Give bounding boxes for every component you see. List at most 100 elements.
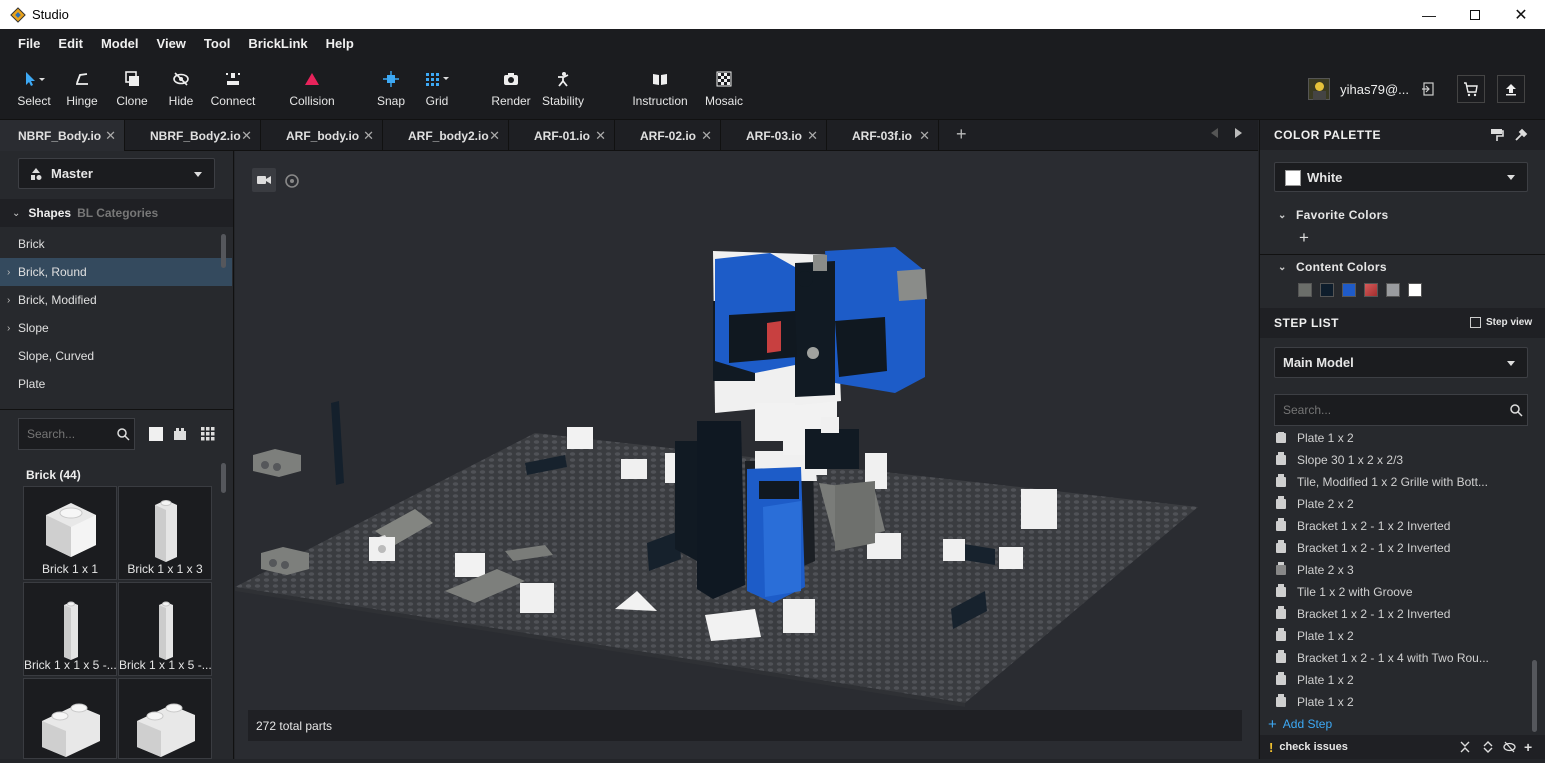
close-tab-icon[interactable]: ✕ bbox=[489, 128, 500, 144]
stability-tool[interactable]: Stability bbox=[533, 68, 593, 108]
tab-document[interactable]: ARF-01.io ✕ bbox=[516, 120, 615, 151]
part-tile[interactable] bbox=[23, 678, 117, 759]
add-step-icon[interactable]: + bbox=[1524, 739, 1532, 755]
tab-document[interactable]: NBRF_Body2.io ✕ bbox=[132, 120, 261, 151]
tab-scroll-right-icon[interactable] bbox=[1235, 128, 1242, 138]
content-colors-header[interactable]: ⌄ Content Colors bbox=[1260, 256, 1545, 278]
step-item[interactable]: Plate 1 x 2 bbox=[1260, 432, 1530, 449]
tab-document[interactable]: ARF_body.io ✕ bbox=[268, 120, 383, 151]
menu-file[interactable]: File bbox=[0, 36, 49, 51]
add-tab-icon[interactable]: + bbox=[956, 124, 967, 145]
parts-scrollbar[interactable] bbox=[221, 463, 226, 493]
category-item[interactable]: › Brick, Modified bbox=[0, 286, 232, 314]
color-swatch[interactable] bbox=[1298, 283, 1312, 297]
user-name[interactable]: yihas79@... bbox=[1340, 82, 1409, 97]
category-item[interactable]: › Brick, Round bbox=[0, 258, 232, 286]
tab-document[interactable]: ARF-03.io ✕ bbox=[728, 120, 827, 151]
large-tile-view-icon[interactable] bbox=[149, 427, 163, 441]
tab-document[interactable]: ARF-02.io ✕ bbox=[622, 120, 721, 151]
close-tab-icon[interactable]: ✕ bbox=[919, 128, 930, 144]
step-item[interactable]: Plate 1 x 2 bbox=[1260, 669, 1530, 691]
parts-search-box[interactable] bbox=[18, 418, 135, 450]
menu-model[interactable]: Model bbox=[92, 36, 148, 51]
close-window-button[interactable]: ✕ bbox=[1498, 0, 1544, 29]
close-tab-icon[interactable]: ✕ bbox=[701, 128, 712, 144]
minimize-window-button[interactable]: — bbox=[1406, 0, 1452, 29]
paint-roller-icon[interactable] bbox=[1490, 128, 1504, 142]
step-item[interactable]: Tile 1 x 2 with Groove bbox=[1260, 581, 1530, 603]
step-item[interactable]: Bracket 1 x 2 - 1 x 2 Inverted bbox=[1260, 515, 1530, 537]
part-tile[interactable]: Brick 1 x 1 bbox=[23, 486, 117, 580]
step-search-box[interactable] bbox=[1274, 394, 1528, 426]
instruction-tool[interactable]: Instruction bbox=[630, 68, 690, 108]
step-item[interactable]: Bracket 1 x 2 - 1 x 2 Inverted bbox=[1260, 537, 1530, 559]
menu-help[interactable]: Help bbox=[317, 36, 363, 51]
eyedropper-icon[interactable] bbox=[1514, 128, 1528, 142]
step-item[interactable]: Tile, Modified 1 x 2 Grille with Bott... bbox=[1260, 471, 1530, 493]
category-scrollbar[interactable] bbox=[221, 234, 226, 268]
collapse-chevron-icon[interactable]: ⌄ bbox=[12, 208, 20, 219]
step-view-label[interactable]: Step view bbox=[1486, 317, 1532, 328]
mosaic-tool[interactable]: Mosaic bbox=[694, 68, 754, 108]
collision-tool[interactable]: Collision bbox=[282, 68, 342, 108]
part-tile[interactable]: Brick 1 x 1 x 3 bbox=[118, 486, 212, 580]
step-search-input[interactable] bbox=[1283, 403, 1483, 417]
upload-button[interactable] bbox=[1497, 75, 1525, 103]
category-item[interactable]: Plate bbox=[0, 370, 232, 398]
close-tab-icon[interactable]: ✕ bbox=[363, 128, 374, 144]
color-swatch[interactable] bbox=[1364, 283, 1378, 297]
tab-bl-categories[interactable]: BL Categories bbox=[77, 206, 158, 220]
close-tab-icon[interactable]: ✕ bbox=[105, 128, 116, 144]
part-tile[interactable]: Brick 1 x 1 x 5 -... bbox=[23, 582, 117, 676]
model-select[interactable]: Main Model bbox=[1274, 347, 1528, 378]
step-item[interactable]: Bracket 1 x 2 - 1 x 4 with Two Rou... bbox=[1260, 647, 1530, 669]
brick-view-icon[interactable] bbox=[173, 427, 187, 441]
step-view-checkbox[interactable] bbox=[1470, 317, 1481, 328]
tab-shapes[interactable]: Shapes bbox=[28, 206, 71, 220]
step-list-scrollbar[interactable] bbox=[1532, 660, 1537, 732]
tab-scroll-left-icon[interactable] bbox=[1211, 128, 1218, 138]
avatar[interactable] bbox=[1308, 78, 1331, 100]
color-swatch[interactable] bbox=[1320, 283, 1334, 297]
step-item[interactable]: Plate 2 x 3 bbox=[1260, 559, 1530, 581]
menu-tool[interactable]: Tool bbox=[195, 36, 239, 51]
menu-view[interactable]: View bbox=[148, 36, 195, 51]
expand-all-icon[interactable] bbox=[1483, 741, 1493, 753]
tab-document[interactable]: ARF-03f.io ✕ bbox=[834, 120, 939, 151]
grid-tool[interactable]: Grid bbox=[407, 68, 467, 108]
small-grid-view-icon[interactable] bbox=[201, 427, 215, 441]
menu-edit[interactable]: Edit bbox=[49, 36, 92, 51]
step-item[interactable]: Plate 1 x 2 bbox=[1260, 691, 1530, 713]
close-tab-icon[interactable]: ✕ bbox=[595, 128, 606, 144]
hide-steps-eye-icon[interactable] bbox=[1503, 741, 1516, 753]
favorite-colors-header[interactable]: ⌄ Favorite Colors bbox=[1260, 204, 1545, 226]
logout-icon[interactable] bbox=[1421, 81, 1437, 97]
step-item[interactable]: Bracket 1 x 2 - 1 x 2 Inverted bbox=[1260, 603, 1530, 625]
color-swatch[interactable] bbox=[1408, 283, 1422, 297]
render-tool[interactable]: Render bbox=[481, 68, 541, 108]
color-swatch[interactable] bbox=[1386, 283, 1400, 297]
part-tile[interactable] bbox=[118, 678, 212, 759]
cart-button[interactable] bbox=[1457, 75, 1485, 103]
close-tab-icon[interactable]: ✕ bbox=[807, 128, 818, 144]
tab-document[interactable]: ARF_body2.io ✕ bbox=[390, 120, 509, 151]
maximize-button[interactable] bbox=[1452, 0, 1498, 29]
color-swatch[interactable] bbox=[1342, 283, 1356, 297]
palette-select[interactable]: Master bbox=[18, 158, 215, 189]
step-item[interactable]: Slope 30 1 x 2 x 2/3 bbox=[1260, 449, 1530, 471]
menu-bricklink[interactable]: BrickLink bbox=[239, 36, 316, 51]
close-tab-icon[interactable]: ✕ bbox=[241, 128, 252, 144]
check-issues-link[interactable]: check issues bbox=[1279, 741, 1348, 753]
part-tile[interactable]: Brick 1 x 1 x 5 -... bbox=[118, 582, 212, 676]
connect-tool[interactable]: Connect bbox=[203, 68, 263, 108]
step-item[interactable]: Plate 1 x 2 bbox=[1260, 625, 1530, 647]
hide-tool[interactable]: Hide bbox=[151, 68, 211, 108]
step-item[interactable]: Plate 2 x 2 bbox=[1260, 493, 1530, 515]
category-item[interactable]: › Slope bbox=[0, 314, 232, 342]
category-item[interactable]: Slope, Curved bbox=[0, 342, 232, 370]
tab-document[interactable]: NBRF_Body.io ✕ bbox=[0, 120, 125, 151]
add-step-button[interactable]: + Add Step bbox=[1268, 713, 1332, 735]
parts-search-input[interactable] bbox=[27, 427, 107, 441]
collapse-all-icon[interactable] bbox=[1460, 741, 1470, 753]
category-item[interactable]: Brick bbox=[0, 230, 232, 258]
